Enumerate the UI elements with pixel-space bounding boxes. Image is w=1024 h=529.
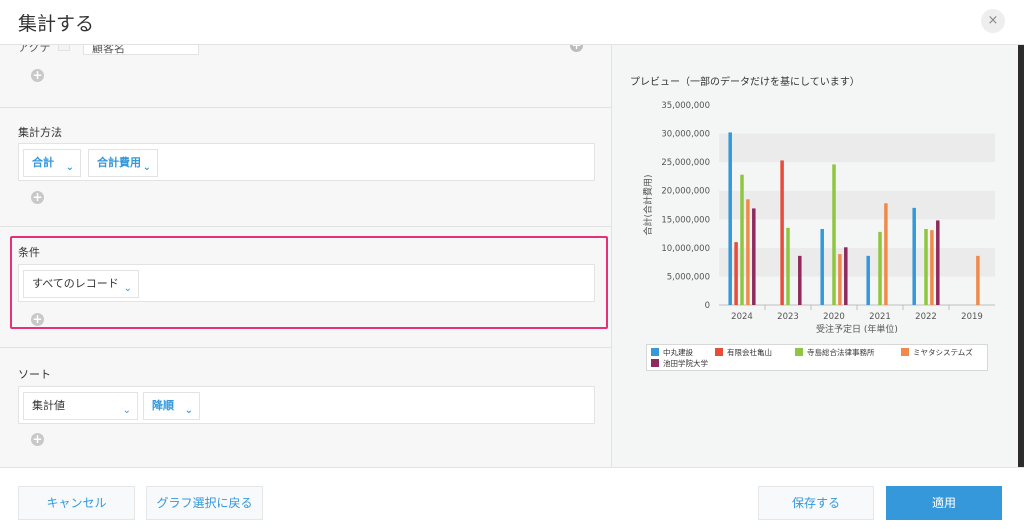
aggregation-method-select[interactable]: 合計 ⌄	[23, 149, 81, 177]
partial-section-label: アクテ	[18, 45, 51, 54]
legend-item[interactable]: 中丸建設	[651, 347, 693, 358]
close-icon[interactable]: ×	[981, 9, 1005, 33]
chart-bar	[786, 227, 790, 305]
legend-swatch	[901, 348, 909, 356]
cancel-button[interactable]: キャンセル	[18, 486, 135, 520]
x-tick-label: 2024	[731, 312, 753, 322]
x-axis-label: 受注予定日 (年単位)	[816, 323, 898, 335]
aggregation-field-select[interactable]: 合計費用 ⌄	[88, 149, 158, 177]
chart-legend: 中丸建設 有限会社亀山 寺島総合法律事務所 ミヤタシステムズ池田学院大学	[646, 344, 988, 371]
chart-bar	[936, 220, 940, 305]
y-tick-label: 30,000,000	[661, 130, 710, 140]
sort-order-value: 降順	[152, 399, 174, 412]
preview-title: プレビュー（一部のデータだけを基にしています）	[630, 77, 860, 88]
save-button[interactable]: 保存する	[758, 486, 874, 520]
chart-bar	[866, 255, 870, 305]
grid-band	[719, 247, 995, 277]
sort-by-value: 集計値	[32, 399, 65, 412]
chart-bar	[976, 255, 980, 305]
legend-label: 有限会社亀山	[727, 348, 772, 357]
grid-band	[719, 105, 995, 134]
chart-bar	[832, 164, 836, 305]
chart-bar	[912, 207, 916, 305]
chart-bar	[820, 229, 824, 305]
x-tick-label: 2022	[915, 312, 937, 322]
legend-item[interactable]: ミヤタシステムズ	[901, 347, 973, 358]
y-tick-label: 15,000,000	[661, 215, 710, 225]
y-tick-label: 0	[705, 301, 710, 311]
chart-bar	[930, 230, 934, 305]
y-tick-label: 25,000,000	[661, 158, 710, 168]
x-tick-label: 2023	[777, 312, 799, 322]
grid-band	[719, 162, 995, 191]
grid-band	[719, 276, 995, 305]
chevron-down-icon: ⌄	[184, 405, 193, 416]
y-tick-label: 35,000,000	[661, 101, 710, 111]
preview-chart: 0 5,000,000 10,000,000 15,000,000 20,000,000…	[642, 101, 995, 335]
x-tick-label: 2021	[869, 312, 891, 322]
aggregation-label: 集計方法	[18, 126, 62, 139]
chart-bar	[838, 254, 842, 305]
dialog-footer: キャンセル グラフ選択に戻る 保存する 適用	[0, 467, 1024, 529]
chevron-down-icon: ⌄	[65, 162, 74, 173]
aggregate-dialog: 集計する × アクテ 顧客名 + + 集計方法 合計 ⌄ 合計費用 ⌄ + 条件…	[0, 0, 1024, 529]
sort-label: ソート	[18, 368, 51, 381]
y-tick-label: 5,000,000	[667, 272, 710, 282]
aggregation-field-value: 合計費用	[97, 156, 141, 169]
grid-band	[719, 133, 995, 163]
sort-order-select[interactable]: 降順 ⌄	[143, 392, 200, 420]
y-axis-label: 合計(合計費用)	[642, 174, 654, 235]
partial-remove-icon[interactable]: +	[570, 45, 583, 52]
chart-bar	[878, 231, 882, 305]
add-item-icon[interactable]: +	[31, 69, 44, 82]
chart-bar	[798, 255, 802, 305]
divider	[0, 347, 611, 348]
legend-label: 池田学院大学	[663, 359, 708, 368]
chart-bar	[844, 247, 848, 305]
chart-bar	[734, 242, 738, 305]
legend-swatch	[715, 348, 723, 356]
legend-label: 寺島総合法律事務所	[807, 348, 875, 357]
legend-swatch	[795, 348, 803, 356]
chart-bar	[884, 203, 888, 305]
dialog-title: 集計する	[18, 13, 95, 35]
legend-item[interactable]: 有限会社亀山	[715, 347, 772, 358]
legend-item[interactable]: 池田学院大学	[651, 358, 708, 369]
aggregation-method-value: 合計	[32, 156, 54, 169]
add-sort-icon[interactable]: +	[31, 433, 44, 446]
y-tick-label: 20,000,000	[661, 187, 710, 197]
chart-bar	[752, 208, 756, 305]
chart-bar	[780, 160, 784, 305]
chart-bar	[740, 174, 744, 305]
back-to-graph-select-button[interactable]: グラフ選択に戻る	[146, 486, 263, 520]
chevron-down-icon: ⌄	[122, 405, 131, 416]
chart-bar	[728, 132, 732, 305]
x-tick-label: 2019	[961, 312, 983, 322]
divider	[0, 107, 611, 108]
grid-band	[719, 190, 995, 220]
sort-by-select[interactable]: 集計値 ⌄	[23, 392, 138, 420]
x-tick-label: 2020	[823, 312, 845, 322]
chevron-down-icon: ⌄	[142, 162, 151, 173]
chart-bar	[924, 229, 928, 305]
chart-bar	[746, 199, 750, 305]
grid-band	[719, 219, 995, 248]
condition-highlight	[10, 236, 608, 329]
legend-swatch	[651, 348, 659, 356]
add-aggregation-icon[interactable]: +	[31, 191, 44, 204]
backdrop-edge-right	[1018, 45, 1024, 485]
apply-button[interactable]: 適用	[886, 486, 1002, 520]
y-tick-label: 10,000,000	[661, 244, 710, 254]
legend-label: ミヤタシステムズ	[913, 348, 973, 357]
dialog-header: 集計する ×	[0, 0, 1024, 45]
partial-toggle[interactable]	[58, 45, 70, 51]
legend-item[interactable]: 寺島総合法律事務所	[795, 347, 875, 358]
partial-field-select[interactable]: 顧客名	[83, 45, 199, 55]
divider	[0, 226, 611, 227]
legend-swatch	[651, 359, 659, 367]
legend-label: 中丸建設	[663, 348, 693, 357]
